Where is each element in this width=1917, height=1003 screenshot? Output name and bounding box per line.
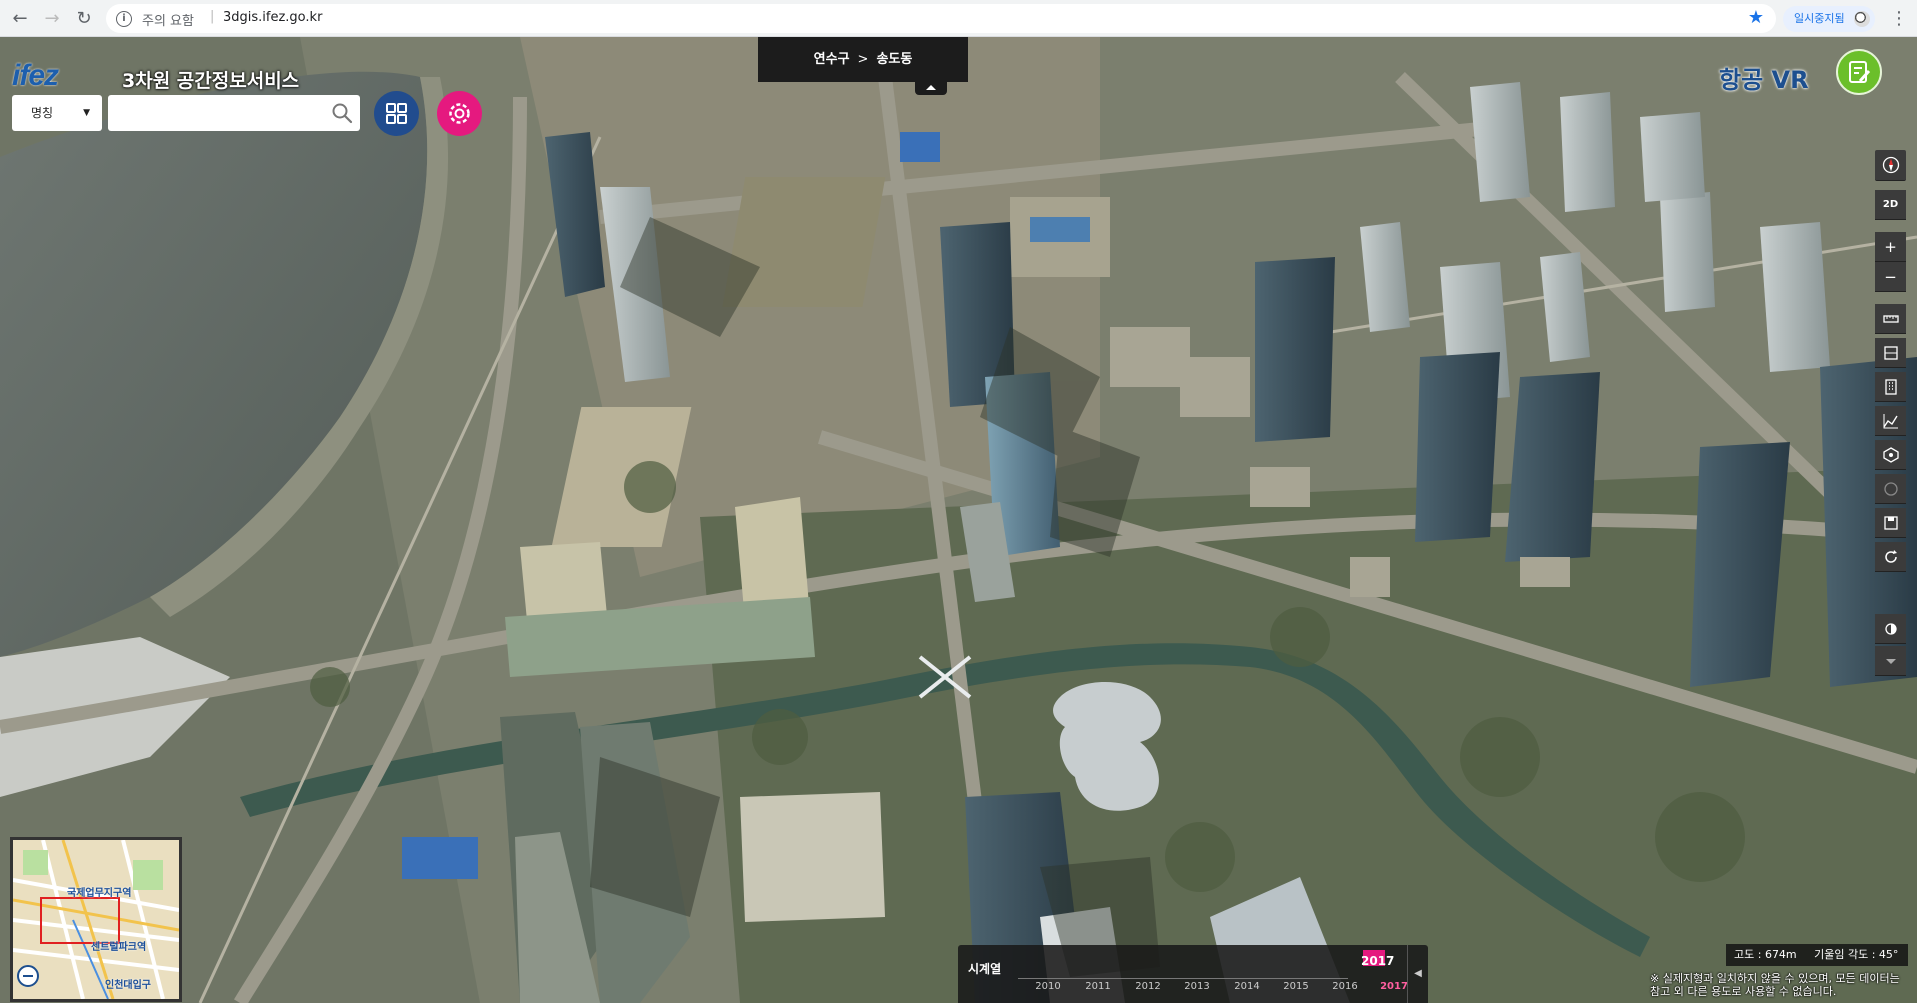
timeline-year[interactable]: 2012 (1128, 981, 1168, 992)
sync-paused-chip[interactable]: 일시중지됨 (1783, 6, 1875, 32)
plus-icon: + (1884, 237, 1897, 256)
brightness-icon (1884, 622, 1897, 635)
minimap-label: 국제업무지구역 (67, 888, 132, 899)
zoom-in-button[interactable]: + (1875, 232, 1906, 262)
sync-paused-label: 일시중지됨 (1794, 12, 1845, 25)
forward-icon[interactable]: → (40, 7, 64, 31)
location-breadcrumb: 연수구 > 송도동 (758, 37, 968, 82)
measure-distance-button[interactable] (1875, 304, 1906, 334)
security-warning[interactable]: 주의 요함 (142, 10, 194, 29)
aerial-vr-link[interactable]: 항공 VR (1719, 60, 1809, 95)
disclaimer-text: ※ 실제지형과 일치하지 않을 수 있으며, 모든 데이터는 참고 외 다른 용… (1650, 972, 1900, 998)
rotate-icon (1883, 481, 1898, 496)
timeline-year[interactable]: 2013 (1177, 981, 1217, 992)
overview-minimap[interactable]: 국제업무지구역 센트럴파크역 인천대입구 (10, 837, 182, 1002)
altitude-readout: 고도 : 674m (1734, 948, 1797, 961)
menu-grid-button[interactable] (374, 91, 419, 136)
timeline-track[interactable] (1018, 978, 1348, 979)
refresh-icon (1884, 549, 1897, 563)
terrain-profile-button[interactable] (1875, 406, 1906, 436)
toolbar-collapse-button[interactable] (1875, 646, 1906, 676)
omnibox-separator: | (210, 9, 215, 24)
building-icon (1884, 378, 1897, 395)
search-icon[interactable] (330, 101, 354, 125)
chart-line-icon (1882, 413, 1898, 428)
gear-icon (449, 103, 470, 124)
browser-menu-icon[interactable]: ⋮ (1890, 8, 1908, 29)
info-icon[interactable]: i (116, 11, 132, 27)
edit-icon (1849, 61, 1871, 83)
aerial-imagery (0, 37, 1917, 1003)
timeline-year[interactable]: 2015 (1276, 981, 1316, 992)
rotate-360-button[interactable] (1875, 474, 1906, 504)
address-bar[interactable]: i 주의 요함 | 3dgis.ifez.go.kr ★ (106, 4, 1776, 33)
timeline-year[interactable]: 2014 (1227, 981, 1267, 992)
timeline-year[interactable]: 2016 (1325, 981, 1365, 992)
browser-toolbar: ← → ↻ i 주의 요함 | 3dgis.ifez.go.kr ★ 일시중지됨… (0, 0, 1917, 37)
chevron-right-icon: > (857, 52, 869, 67)
measure-area-button[interactable] (1875, 338, 1906, 368)
timeline-year[interactable]: 2010 (1028, 981, 1068, 992)
ruler-icon (1882, 314, 1899, 323)
back-icon[interactable]: ← (8, 7, 32, 31)
location-district[interactable]: 연수구 (814, 52, 850, 67)
minimap-collapse-button[interactable] (17, 965, 39, 987)
minus-icon: − (1884, 267, 1897, 286)
compass-icon (1882, 156, 1899, 174)
reset-button[interactable] (1875, 542, 1906, 572)
url-text[interactable]: 3dgis.ifez.go.kr (223, 10, 322, 25)
app-title: 3차원 공간정보서비스 (122, 70, 300, 92)
location-dong[interactable]: 송도동 (876, 52, 912, 67)
reload-icon[interactable]: ↻ (72, 7, 96, 31)
settings-button[interactable] (437, 91, 482, 136)
save-button[interactable] (1875, 508, 1906, 538)
cube-icon (1882, 446, 1899, 463)
camera-status: 고도 : 674m 기울임 각도 : 45° (1726, 944, 1908, 966)
minimap-label: 센트럴파크역 (91, 942, 147, 953)
timeline-current-year: 2017 (1361, 954, 1395, 968)
profile-avatar-icon (1854, 11, 1870, 27)
collapse-location-tab[interactable] (915, 82, 947, 95)
timeline-toggle-button[interactable]: ◀ (1407, 945, 1428, 1003)
search-type-select[interactable]: 명칭 ▼ (12, 95, 102, 131)
timeline-year[interactable]: 2011 (1078, 981, 1118, 992)
view-analysis-button[interactable] (1875, 440, 1906, 470)
layer-toggle-button[interactable] (1875, 614, 1906, 644)
search-input[interactable] (108, 95, 360, 131)
save-icon (1883, 515, 1898, 530)
grid-icon (386, 103, 407, 124)
area-icon (1883, 345, 1898, 360)
minimap-label: 인천대입구 (105, 980, 151, 991)
timeseries-title: 시계열 (968, 962, 1002, 976)
caret-down-icon: ▼ (83, 108, 90, 118)
search-type-label: 명칭 (31, 106, 54, 120)
timeseries-panel: 시계열 2010 2011 2012 2013 2014 2015 2016 2… (958, 945, 1428, 1003)
compass-button[interactable] (1875, 150, 1906, 181)
mode-2d-button[interactable]: 2D (1875, 190, 1906, 220)
triangle-down-icon (1885, 658, 1896, 664)
edit-button[interactable] (1836, 49, 1882, 95)
zoom-out-button[interactable]: − (1875, 262, 1906, 292)
logo-mark: ifez (12, 59, 59, 92)
map-3d-view[interactable] (0, 37, 1917, 1003)
bookmark-star-icon[interactable]: ★ (1748, 7, 1764, 28)
measure-height-button[interactable] (1875, 372, 1906, 402)
tilt-readout: 기울임 각도 : 45° (1814, 948, 1899, 961)
